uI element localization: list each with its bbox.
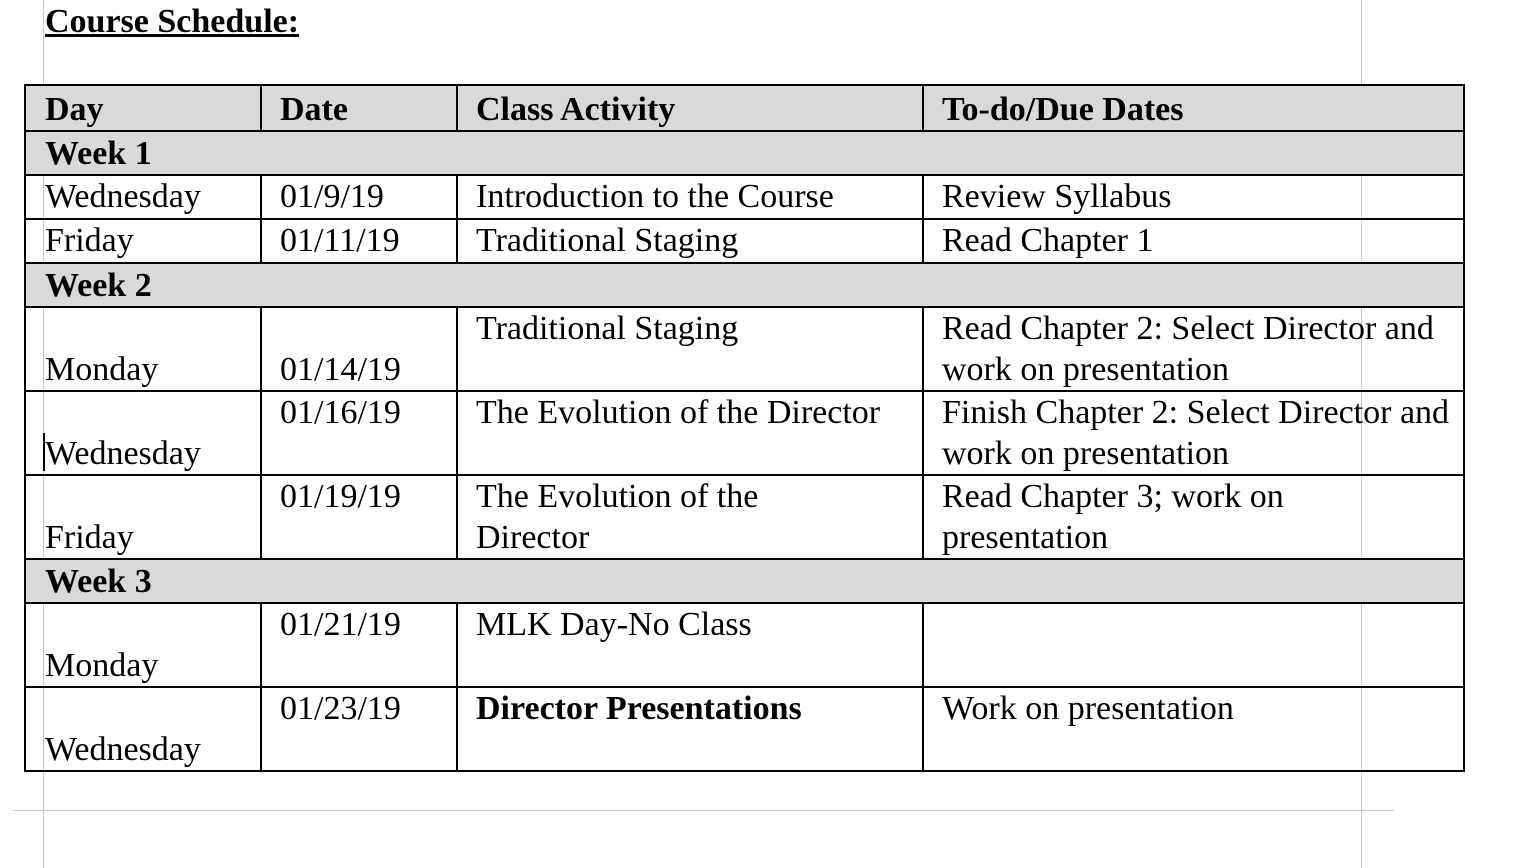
day-cell[interactable]: Friday xyxy=(24,474,262,560)
activity-cell[interactable]: Introduction to the Course xyxy=(456,174,924,220)
date-cell[interactable]: 01/23/19 xyxy=(260,686,458,772)
table-row: Wednesday 01/16/19 The Evolution of the … xyxy=(24,390,1465,476)
week-label: Week 3 xyxy=(24,558,1465,604)
table-row: Monday 01/14/19 Traditional Staging Read… xyxy=(24,306,1465,392)
table-row: Wednesday 01/23/19 Director Presentation… xyxy=(24,686,1465,772)
date-cell[interactable]: 01/14/19 xyxy=(260,306,458,392)
date-cell[interactable]: 01/19/19 xyxy=(260,474,458,560)
text-cursor xyxy=(43,433,45,471)
date-cell[interactable]: 01/9/19 xyxy=(260,174,458,220)
table-header-row: Day Date Class Activity To-do/Due Dates xyxy=(24,84,1465,132)
column-header-todo: To-do/Due Dates xyxy=(922,84,1465,132)
todo-cell[interactable]: Work on presentation xyxy=(922,686,1465,772)
column-header-activity: Class Activity xyxy=(456,84,924,132)
todo-cell[interactable]: Read Chapter 1 xyxy=(922,218,1465,264)
todo-cell[interactable]: Finish Chapter 2: Select Director and wo… xyxy=(922,390,1465,476)
column-header-day: Day xyxy=(24,84,262,132)
day-cell[interactable]: Wednesday xyxy=(24,686,262,772)
week-row: Week 3 xyxy=(24,558,1465,604)
activity-cell[interactable]: The Evolution of the Director xyxy=(456,474,924,560)
bottom-margin-guide xyxy=(12,810,1394,811)
activity-cell[interactable]: The Evolution of the Director xyxy=(456,390,924,476)
week-row: Week 2 xyxy=(24,262,1465,308)
day-cell[interactable]: Monday xyxy=(24,602,262,688)
day-cell[interactable]: Wednesday xyxy=(24,174,262,220)
week-label: Week 2 xyxy=(24,262,1465,308)
activity-cell[interactable]: Traditional Staging xyxy=(456,218,924,264)
activity-cell[interactable]: Traditional Staging xyxy=(456,306,924,392)
activity-cell[interactable]: MLK Day-No Class xyxy=(456,602,924,688)
day-cell[interactable]: Friday xyxy=(24,218,262,264)
date-cell[interactable]: 01/11/19 xyxy=(260,218,458,264)
page-title: Course Schedule: xyxy=(45,3,300,40)
table-row: Friday 01/19/19 The Evolution of the Dir… xyxy=(24,474,1465,560)
week-label: Week 1 xyxy=(24,130,1465,176)
course-schedule-table: Day Date Class Activity To-do/Due Dates … xyxy=(24,84,1465,772)
table-row: Friday 01/11/19 Traditional Staging Read… xyxy=(24,218,1465,264)
date-cell[interactable]: 01/21/19 xyxy=(260,602,458,688)
week-row: Week 1 xyxy=(24,130,1465,176)
todo-cell[interactable] xyxy=(922,602,1465,688)
column-header-date: Date xyxy=(260,84,458,132)
todo-cell[interactable]: Read Chapter 3; work on presentation xyxy=(922,474,1465,560)
table-row: Monday 01/21/19 MLK Day-No Class xyxy=(24,602,1465,688)
date-cell[interactable]: 01/16/19 xyxy=(260,390,458,476)
table-row: Wednesday 01/9/19 Introduction to the Co… xyxy=(24,174,1465,220)
day-cell[interactable]: Wednesday xyxy=(24,390,262,476)
todo-cell[interactable]: Review Syllabus xyxy=(922,174,1465,220)
activity-cell[interactable]: Director Presentations xyxy=(456,686,924,772)
day-cell[interactable]: Monday xyxy=(24,306,262,392)
todo-cell[interactable]: Read Chapter 2: Select Director and work… xyxy=(922,306,1465,392)
